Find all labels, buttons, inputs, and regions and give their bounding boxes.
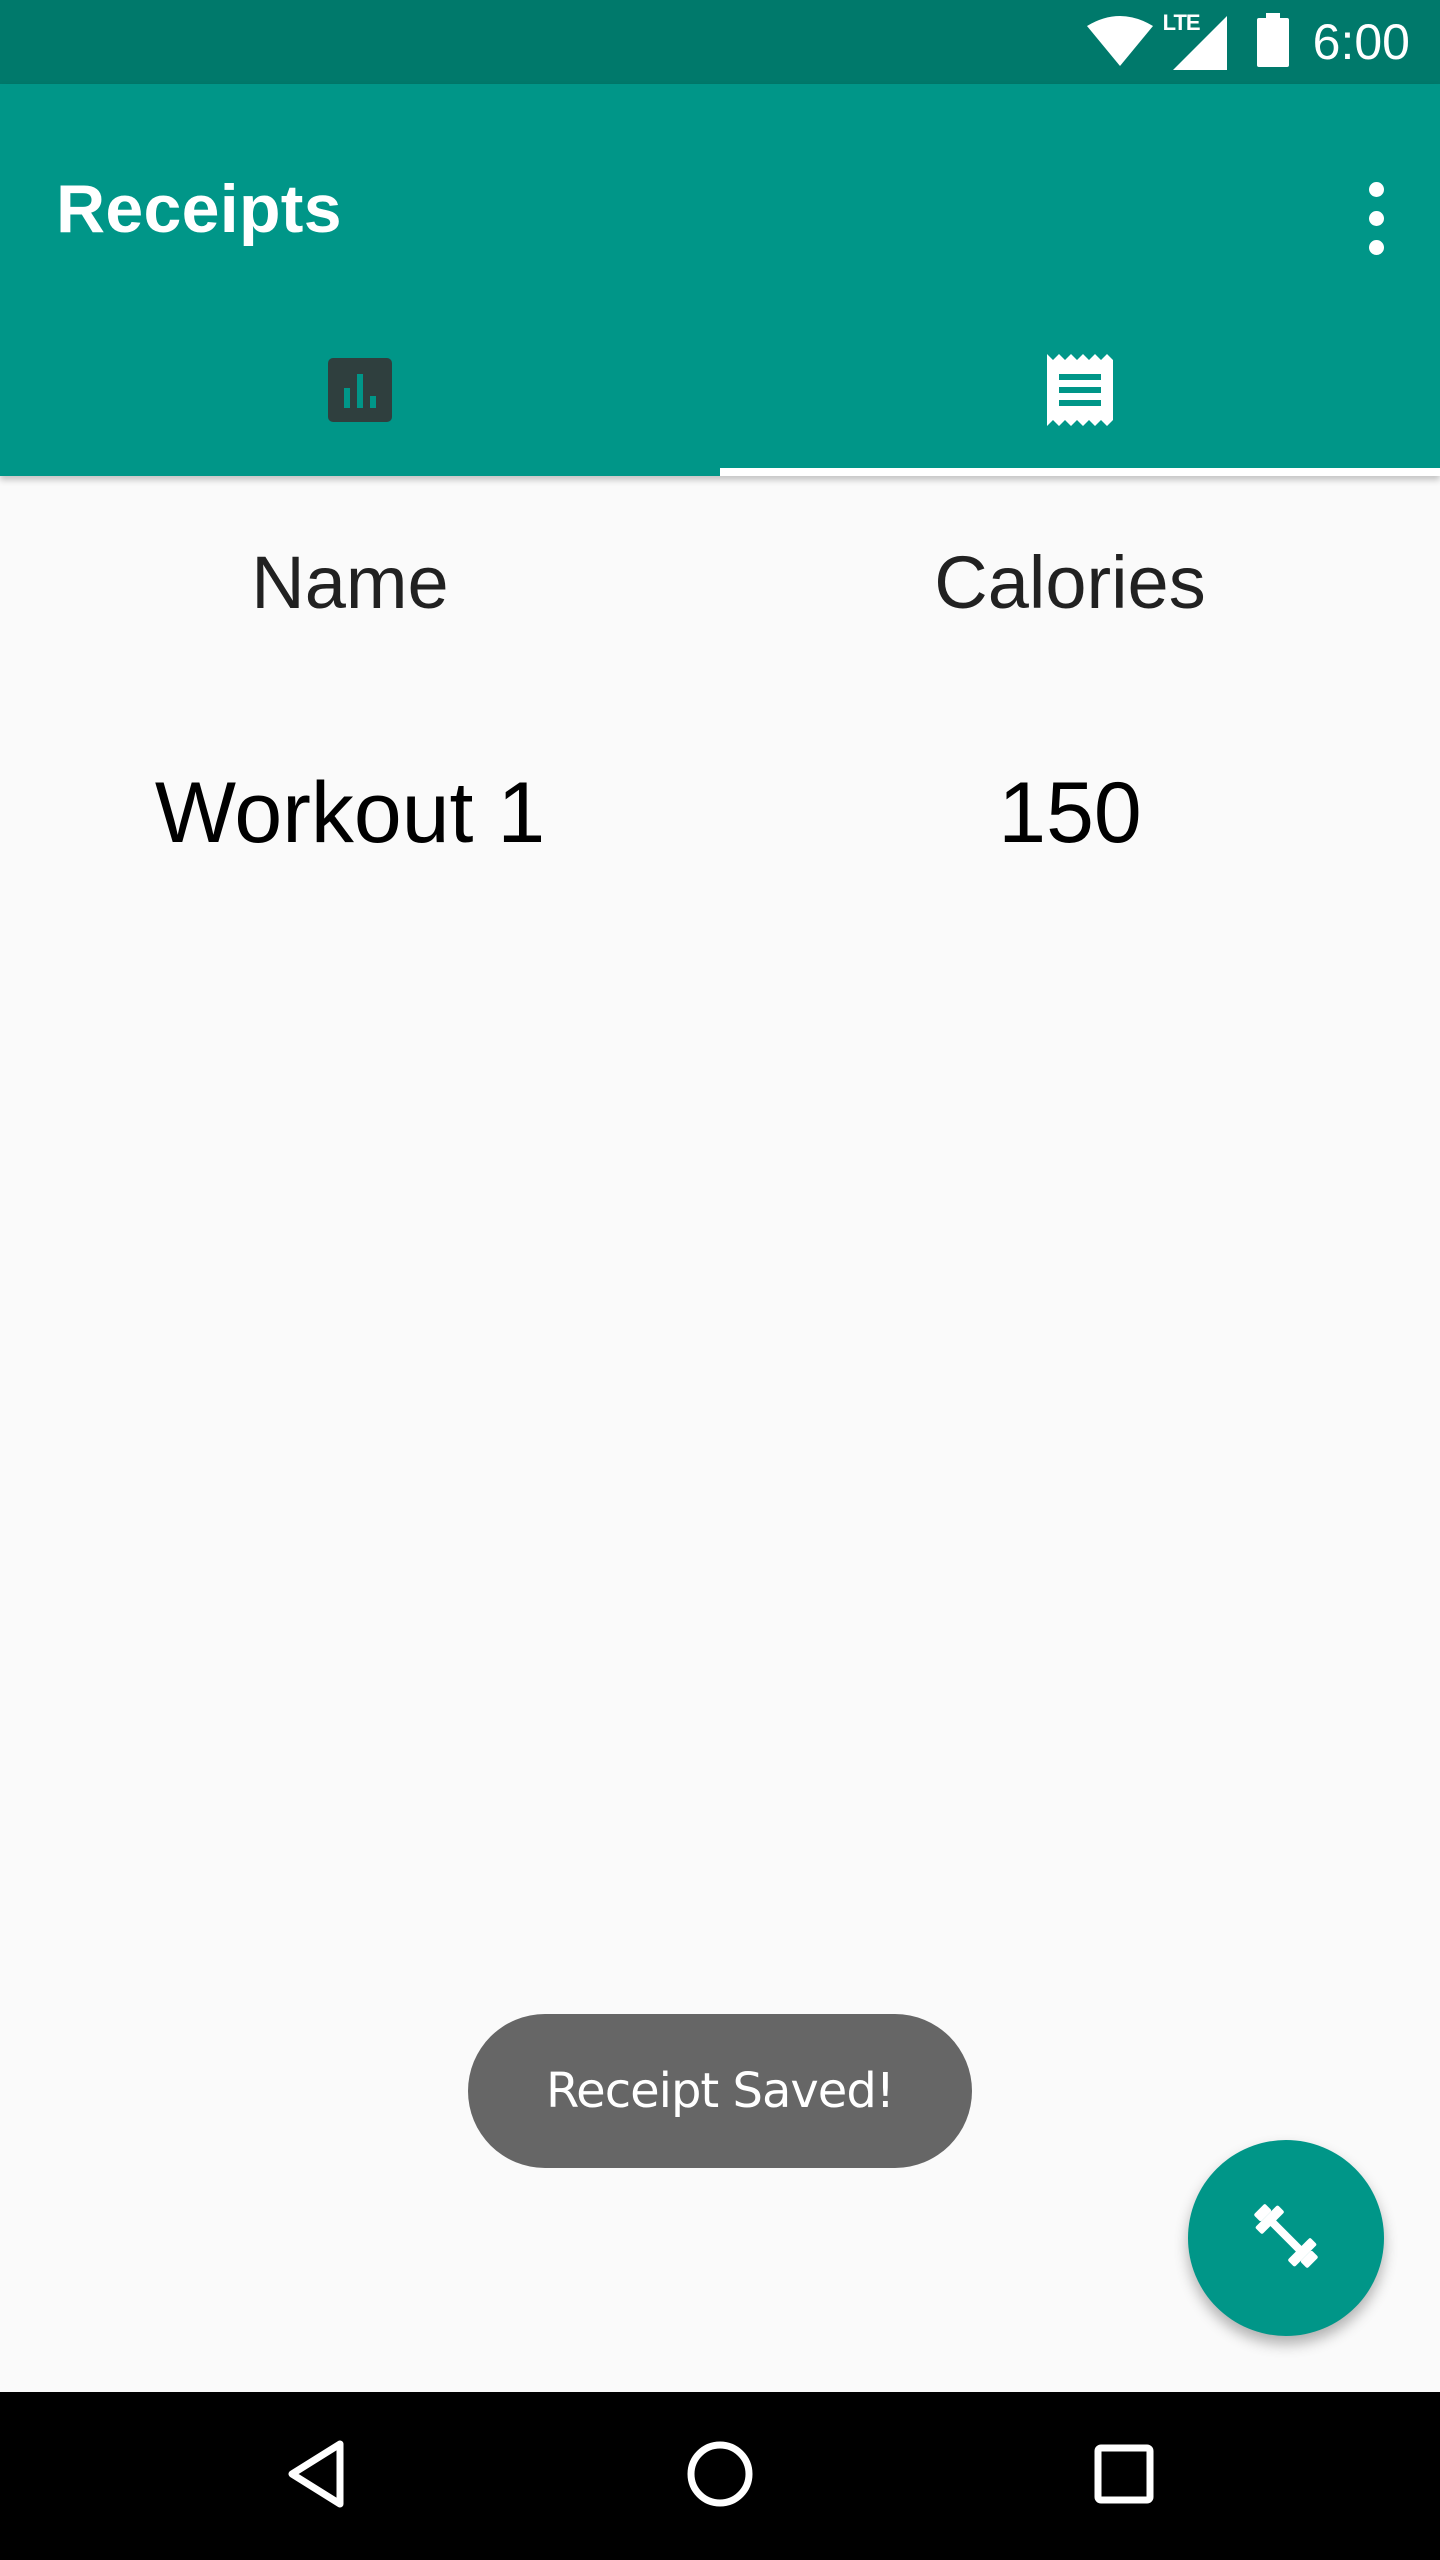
toast: Receipt Saved! (468, 2014, 972, 2168)
tab-bar (0, 308, 1440, 476)
status-bar: LTE 6:00 (0, 0, 1440, 84)
status-time: 6:00 (1312, 14, 1410, 70)
wifi-icon (1085, 12, 1155, 73)
status-icons: LTE 6:00 (1085, 0, 1440, 84)
home-button[interactable] (620, 2392, 820, 2560)
tab-selected-indicator (720, 468, 1440, 476)
app-bar: Receipts (0, 84, 1440, 476)
cell-signal-icon: LTE (1163, 10, 1229, 72)
home-icon (686, 2440, 754, 2513)
more-options-button[interactable] (1348, 176, 1404, 260)
battery-icon (1256, 12, 1289, 72)
add-workout-button[interactable] (1188, 2140, 1384, 2336)
tab-stats[interactable] (0, 308, 720, 476)
page-title: Receipts (56, 171, 342, 247)
bar-chart-icon (328, 357, 392, 427)
recents-icon (1094, 2444, 1154, 2509)
row-name-cell: Workout 1 (154, 765, 546, 861)
toast-message: Receipt Saved! (545, 2063, 895, 2119)
back-button[interactable] (216, 2392, 416, 2560)
column-header-name: Name (251, 541, 449, 624)
row-calories-cell: 150 (998, 765, 1142, 861)
table-row[interactable]: Workout 1 150 (0, 764, 1440, 874)
network-type-label: LTE (1162, 10, 1201, 35)
recents-button[interactable] (1024, 2392, 1224, 2560)
receipt-icon (1047, 353, 1113, 431)
more-vert-icon (1368, 181, 1384, 197)
more-vert-icon-dot (1368, 239, 1384, 255)
tab-receipts[interactable] (720, 308, 1440, 476)
more-vert-icon-dot (1368, 210, 1384, 226)
column-header-calories: Calories (934, 541, 1206, 624)
navigation-bar (0, 2392, 1440, 2560)
back-icon (286, 2440, 346, 2513)
fitness-center-icon (1246, 2196, 1326, 2281)
